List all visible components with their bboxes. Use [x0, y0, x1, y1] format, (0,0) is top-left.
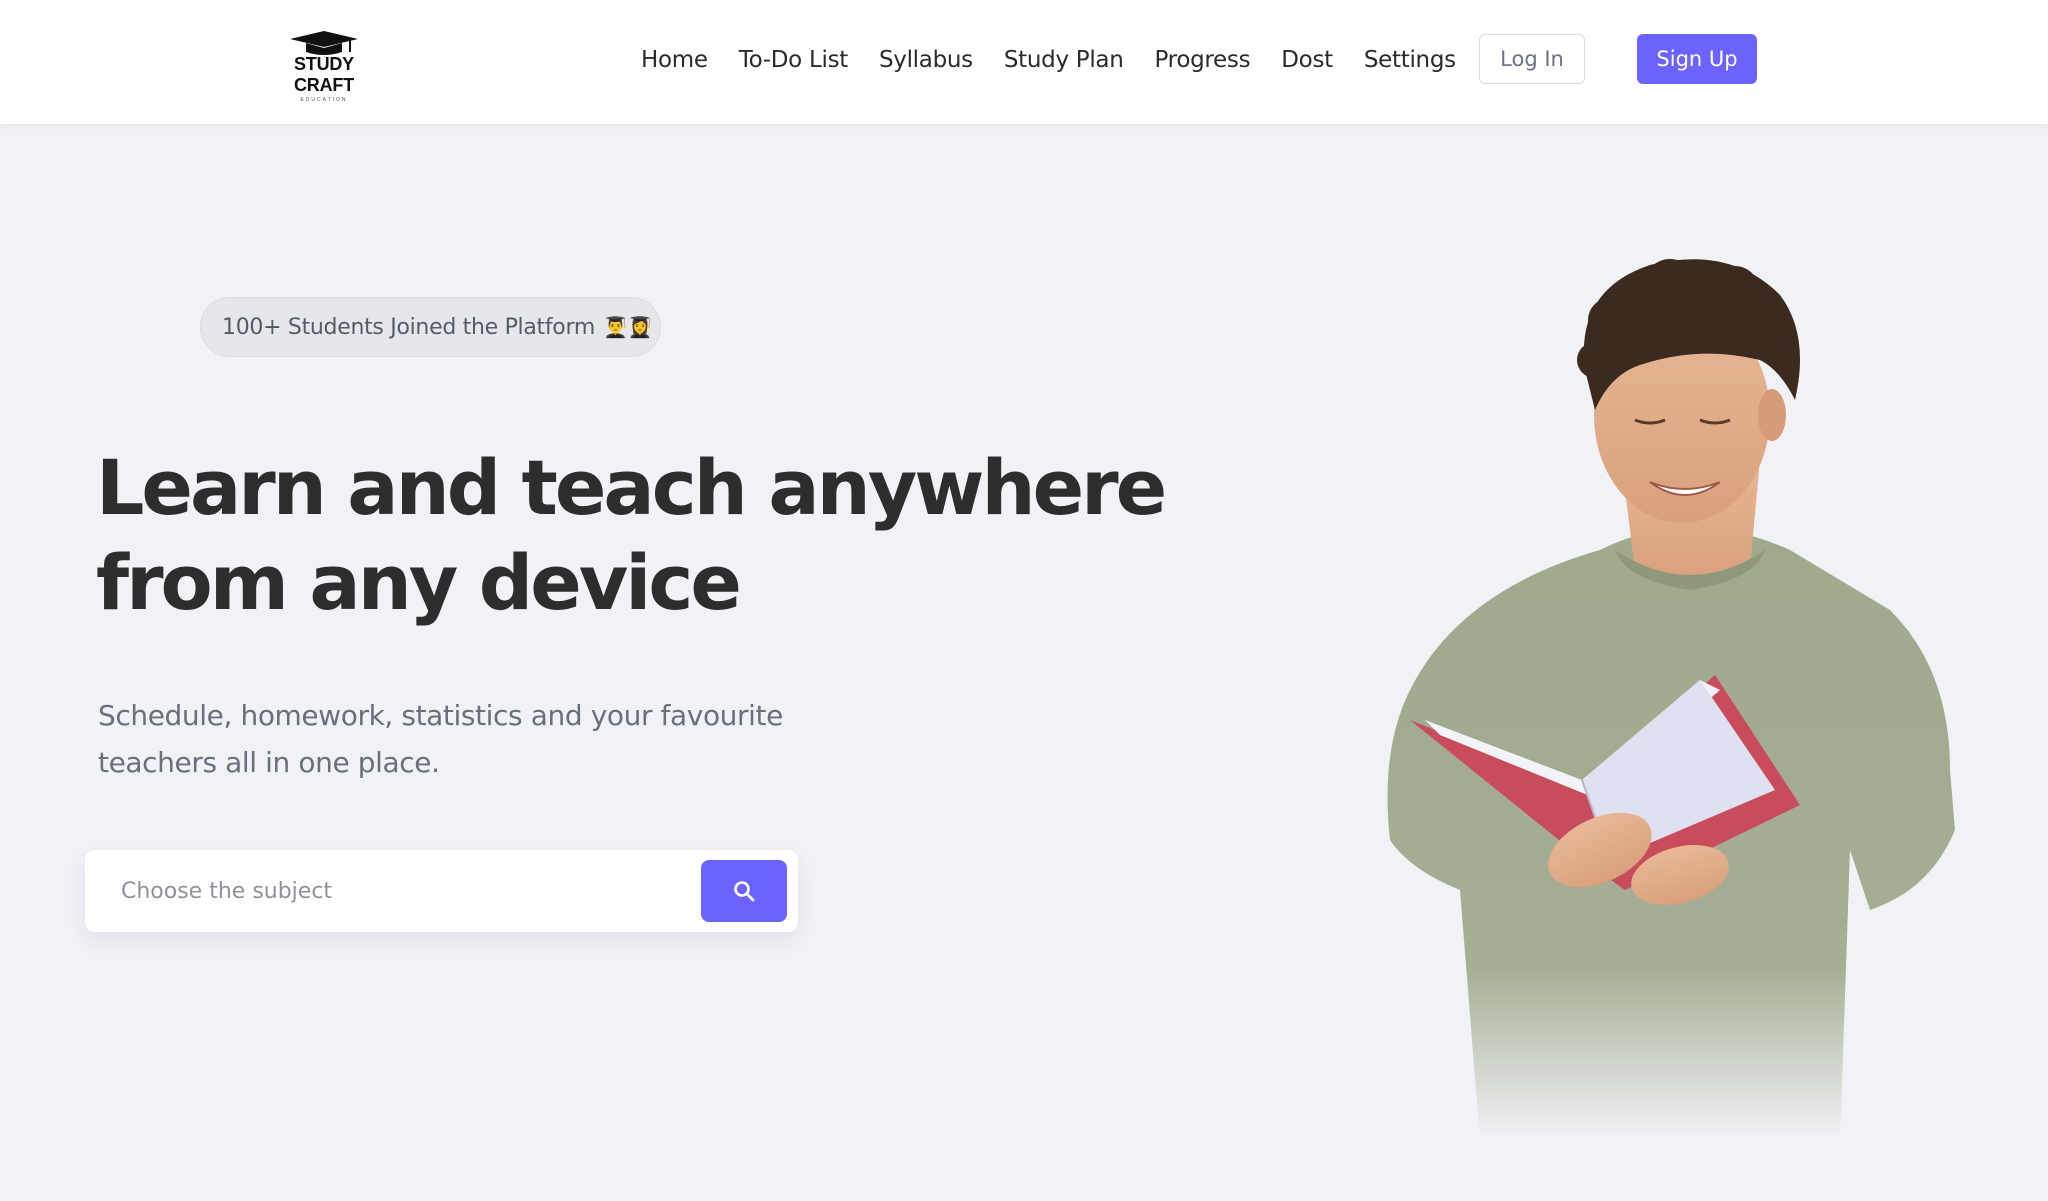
badge-text: 100+ Students Joined the Platform — [222, 314, 595, 340]
subject-search-input[interactable] — [121, 870, 681, 912]
search-button[interactable] — [701, 860, 787, 922]
nav-item-settings[interactable]: Settings — [1364, 47, 1456, 73]
main-nav: Home To-Do List Syllabus Study Plan Prog… — [641, 42, 1456, 78]
hero-headline: Learn and teach anywhere from any device — [96, 440, 1167, 630]
headline-line-2: from any device — [96, 538, 742, 627]
brand-logo[interactable]: STUDY CRAFT EDUCATION — [262, 30, 386, 103]
hero-subtext: Schedule, homework, statistics and your … — [98, 692, 838, 786]
students-joined-badge: 100+ Students Joined the Platform 👨‍🎓👩‍🎓 — [200, 297, 661, 357]
nav-item-dost[interactable]: Dost — [1281, 47, 1333, 73]
signup-button[interactable]: Sign Up — [1637, 34, 1757, 84]
brand-name: STUDY CRAFT — [293, 54, 354, 95]
login-button[interactable]: Log In — [1479, 34, 1585, 84]
search-icon — [734, 881, 755, 902]
student-emoji-icon: 👨‍🎓👩‍🎓 — [602, 315, 653, 339]
subject-search-bar — [85, 850, 798, 932]
student-reading-book-image — [1387, 259, 1955, 1140]
nav-item-home[interactable]: Home — [641, 47, 708, 73]
nav-item-progress[interactable]: Progress — [1155, 47, 1251, 73]
nav-item-syllabus[interactable]: Syllabus — [879, 47, 973, 73]
nav-item-todo-list[interactable]: To-Do List — [739, 47, 849, 73]
graduation-cap-icon — [290, 31, 358, 55]
brand-tagline: EDUCATION — [300, 97, 348, 103]
subtext-line-2: teachers all in one place. — [98, 746, 440, 779]
top-navbar: STUDY CRAFT EDUCATION Home To-Do List Sy… — [0, 0, 2048, 124]
subtext-line-1: Schedule, homework, statistics and your … — [98, 699, 783, 732]
nav-item-study-plan[interactable]: Study Plan — [1004, 47, 1124, 73]
headline-line-1: Learn and teach anywhere — [96, 443, 1167, 532]
